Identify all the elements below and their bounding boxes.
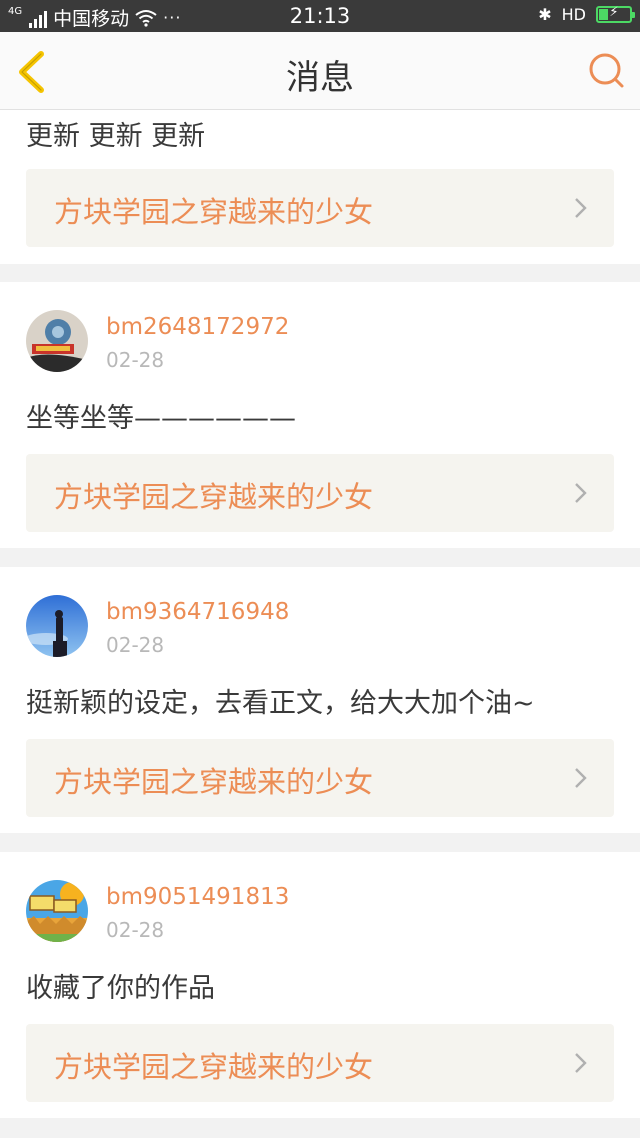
work-link[interactable]: 方块学园之穿越来的少女 — [26, 1024, 614, 1102]
hd-call-icon: HD — [561, 5, 586, 24]
comment-text: 更新 更新 更新 — [26, 121, 206, 152]
page-title: 消息 — [286, 58, 354, 98]
work-link[interactable]: 方块学园之穿越来的少女 — [26, 169, 614, 247]
message-list[interactable]: 更新 更新 更新 方块学园之穿越来的少女 bm2648172972 02-28 … — [0, 110, 640, 1138]
chevron-right-icon — [575, 1053, 587, 1073]
nav-bar: 消息 — [0, 32, 640, 110]
avatar[interactable] — [26, 595, 88, 657]
username[interactable]: bm9364716948 — [106, 599, 289, 625]
status-bar: 4G 中国移动 ··· 21:13 ✱ HD ⚡ — [0, 0, 640, 32]
message-card: 更新 更新 更新 方块学园之穿越来的少女 — [0, 110, 640, 264]
battery-icon: ⚡ — [596, 5, 635, 23]
message-date: 02-28 — [106, 918, 165, 942]
work-title: 方块学园之穿越来的少女 — [54, 1050, 374, 1084]
comment-text: 坐等坐等—————— — [26, 403, 296, 434]
search-icon[interactable] — [586, 50, 626, 92]
message-card: bm2648172972 02-28 坐等坐等—————— 方块学园之穿越来的少… — [0, 282, 640, 548]
work-link[interactable]: 方块学园之穿越来的少女 — [26, 454, 614, 532]
message-date: 02-28 — [106, 348, 165, 372]
username[interactable]: bm9051491813 — [106, 884, 289, 910]
chevron-right-icon — [575, 768, 587, 788]
work-title: 方块学园之穿越来的少女 — [54, 480, 374, 514]
bluetooth-icon: ✱ — [538, 5, 552, 24]
avatar[interactable] — [26, 310, 88, 372]
username[interactable]: bm2648172972 — [106, 314, 289, 340]
status-right: ✱ HD ⚡ — [538, 5, 635, 24]
chevron-right-icon — [575, 198, 587, 218]
comment-text: 收藏了你的作品 — [26, 973, 215, 1004]
chevron-right-icon — [575, 483, 587, 503]
message-card: bm9051491813 02-28 收藏了你的作品 方块学园之穿越来的少女 — [0, 852, 640, 1118]
comment-text: 挺新颖的设定，去看正文，给大大加个油~ — [26, 688, 535, 719]
work-title: 方块学园之穿越来的少女 — [54, 765, 374, 799]
message-card: bm9364716948 02-28 挺新颖的设定，去看正文，给大大加个油~ 方… — [0, 567, 640, 833]
work-link[interactable]: 方块学园之穿越来的少女 — [26, 739, 614, 817]
message-date: 02-28 — [106, 633, 165, 657]
work-title: 方块学园之穿越来的少女 — [54, 195, 374, 229]
avatar[interactable] — [26, 880, 88, 942]
